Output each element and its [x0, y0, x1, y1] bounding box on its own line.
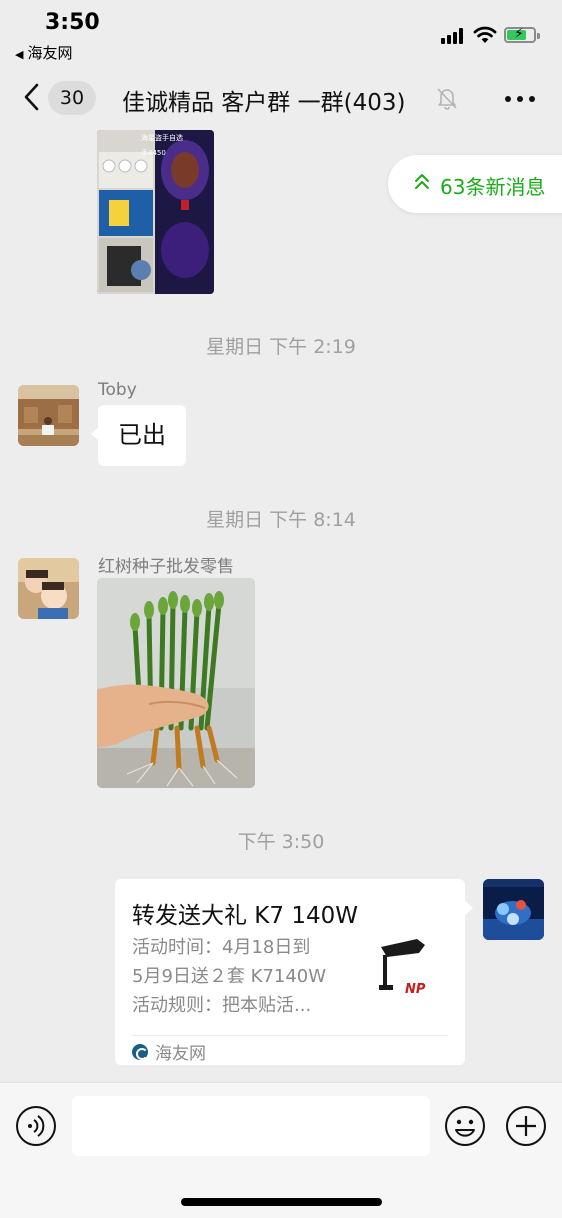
- link-card-thumb-text: NP: [405, 982, 426, 997]
- message-list[interactable]: 海星盗手自选 手4450 63条新消息 星期日 下午 2:19 Toby 已出 …: [0, 130, 562, 1082]
- status-bar: 3:50 ◀ 海友网 ⚡: [0, 0, 562, 68]
- link-card-desc-line: 活动时间：4月18日到: [132, 937, 311, 958]
- mangrove-seedling-photo[interactable]: [97, 578, 255, 788]
- link-card-source-name: 海友网: [155, 1044, 206, 1064]
- avatar[interactable]: [18, 558, 79, 619]
- back-app-label: 海友网: [27, 44, 73, 62]
- back-icon[interactable]: [20, 82, 44, 112]
- link-card-title: 转发送大礼 K7 140W: [132, 903, 358, 929]
- message-bubble[interactable]: 已出: [91, 405, 186, 466]
- new-messages-label: 63条新消息: [440, 175, 546, 199]
- back-triangle-icon: ◀: [15, 48, 24, 61]
- battery-icon: ⚡: [504, 26, 540, 43]
- link-card-source: 海友网: [132, 1039, 206, 1064]
- link-card-desc-line: 活动规则：把本贴活...: [132, 995, 312, 1016]
- link-card-message[interactable]: 转发送大礼 K7 140W 活动时间：4月18日到 5月9日送２套 K7140W…: [115, 879, 473, 1065]
- plus-icon[interactable]: [505, 1105, 547, 1147]
- link-card-thumbnail: NP: [373, 935, 447, 1011]
- chat-nav-bar: 30 佳诚精品 客户群 一群(403): [0, 68, 562, 130]
- collage-text-1: 海星盗手自选: [141, 133, 183, 142]
- link-card-description: 活动时间：4月18日到 5月9日送２套 K7140W 活动规则：把本贴活...: [132, 933, 354, 1020]
- timestamp: 星期日 下午 8:14: [206, 509, 356, 531]
- back-to-app-link[interactable]: ◀ 海友网: [15, 42, 72, 63]
- home-indicator[interactable]: [181, 1198, 382, 1206]
- product-collage-image[interactable]: 海星盗手自选 手4450: [97, 130, 214, 294]
- my-avatar[interactable]: [483, 879, 544, 940]
- link-card-divider: [132, 1035, 448, 1036]
- new-messages-button[interactable]: 63条新消息: [388, 155, 562, 213]
- voice-icon[interactable]: [15, 1105, 57, 1147]
- signal-icon: [441, 28, 467, 44]
- status-time: 3:50: [45, 10, 100, 35]
- more-options-icon[interactable]: [505, 96, 535, 104]
- link-card-desc-line: 5月9日送２套 K7140W: [132, 966, 327, 987]
- avatar[interactable]: [18, 385, 79, 446]
- timestamp: 下午 3:50: [237, 831, 325, 853]
- source-logo-icon: [132, 1043, 148, 1060]
- sender-name: Toby: [98, 380, 137, 400]
- unread-count-badge[interactable]: 30: [48, 81, 96, 115]
- emoji-icon[interactable]: [444, 1105, 486, 1147]
- message-input[interactable]: [72, 1096, 430, 1156]
- mute-icon: [437, 88, 457, 110]
- chat-title: 佳诚精品 客户群 一群(403): [122, 90, 406, 116]
- sender-name: 红树种子批发零售: [98, 557, 234, 577]
- double-chevron-up-icon: [415, 174, 429, 189]
- collage-text-2: 手4450: [141, 148, 166, 157]
- timestamp: 星期日 下午 2:19: [206, 336, 356, 358]
- wifi-icon: [473, 26, 497, 43]
